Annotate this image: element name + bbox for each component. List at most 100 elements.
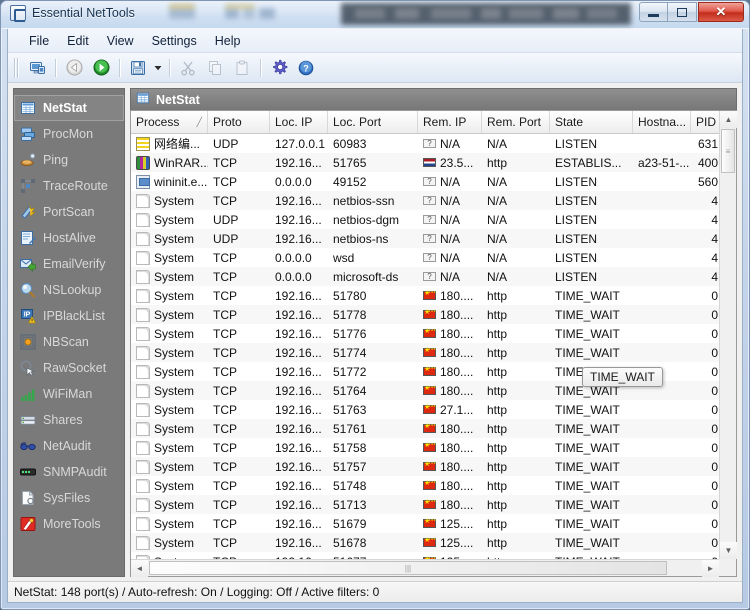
sidebar-item-procmon[interactable]: ProcMon (14, 121, 124, 147)
vertical-scrollbar[interactable]: ▲ ≡ ▼ (719, 111, 736, 559)
horizontal-scroll-thumb[interactable]: ||| (149, 561, 667, 575)
toolbar-grip[interactable] (14, 58, 19, 78)
menu-file[interactable]: File (20, 31, 58, 51)
menu-help[interactable]: Help (206, 31, 250, 51)
sidebar-item-emailverify[interactable]: EmailVerify (14, 251, 124, 277)
table-body[interactable]: 网络编...UDP127.0.0.160983?N/AN/ALISTEN631W… (131, 134, 736, 576)
table-row[interactable]: WinRAR...TCP192.16...5176523.5...httpEST… (131, 153, 736, 172)
maximize-button[interactable] (668, 2, 697, 22)
menu-view[interactable]: View (98, 31, 143, 51)
cell-state: TIME_WAIT (550, 346, 633, 360)
table-row[interactable]: SystemTCP0.0.0.0wsd?N/AN/ALISTEN4 (131, 248, 736, 267)
cell-state: TIME_WAIT (550, 308, 633, 322)
table-row[interactable]: SystemTCP192.16...51774180....httpTIME_W… (131, 343, 736, 362)
cell-rem-ip-label: 125.... (440, 536, 473, 550)
column-header-label: Loc. IP (275, 115, 312, 129)
scroll-up-button[interactable]: ▲ (720, 111, 737, 128)
cell-rem-port: http (482, 156, 550, 170)
table-row[interactable]: SystemTCP192.16...51713180....httpTIME_W… (131, 495, 736, 514)
cell-rem-port: N/A (482, 137, 550, 151)
cell-process-label: System (154, 422, 194, 436)
emailverify-icon (20, 256, 36, 272)
table-row[interactable]: SystemTCP0.0.0.0microsoft-ds?N/AN/ALISTE… (131, 267, 736, 286)
table-row[interactable]: SystemTCP192.16...51761180....httpTIME_W… (131, 419, 736, 438)
column-header-state[interactable]: State (550, 111, 633, 133)
column-header-process[interactable]: Process╱ (131, 111, 208, 133)
menu-edit[interactable]: Edit (58, 31, 98, 51)
sidebar-item-nbscan[interactable]: NBScan (14, 329, 124, 355)
local-computer-button[interactable] (24, 56, 50, 80)
cell-proto: TCP (208, 536, 270, 550)
redacted-title-text (169, 3, 629, 25)
save-dropdown-button[interactable] (152, 56, 164, 80)
sidebar-item-rawsocket[interactable]: RawSocket (14, 355, 124, 381)
toolbar-separator-4 (260, 59, 261, 77)
menu-settings[interactable]: Settings (143, 31, 206, 51)
table-row[interactable]: SystemTCP192.16...netbios-ssn?N/AN/ALIST… (131, 191, 736, 210)
table-row[interactable]: SystemTCP192.16...51679125....httpTIME_W… (131, 514, 736, 533)
cell-proto: TCP (208, 156, 270, 170)
cell-process-label: System (154, 251, 194, 265)
table-row[interactable]: SystemTCP192.16...51776180....httpTIME_W… (131, 324, 736, 343)
sidebar-item-traceroute[interactable]: TraceRoute (14, 173, 124, 199)
forward-arrow-icon (93, 59, 110, 76)
cell-proto: TCP (208, 460, 270, 474)
scroll-left-button[interactable]: ◄ (131, 560, 148, 577)
paste-icon (234, 60, 250, 76)
table-row[interactable]: SystemUDP192.16...netbios-dgm?N/AN/ALIST… (131, 210, 736, 229)
table-row[interactable]: SystemTCP192.16...51678125....httpTIME_W… (131, 533, 736, 552)
cell-rem-ip: ?N/A (418, 137, 482, 151)
title-bar[interactable]: Essential NetTools ✕ (1, 1, 749, 29)
sidebar-item-hostalive[interactable]: HostAlive (14, 225, 124, 251)
sidebar-item-sysfiles[interactable]: SysFiles (14, 485, 124, 511)
window-controls[interactable]: ✕ (639, 2, 744, 22)
column-header-proto[interactable]: Proto (208, 111, 270, 133)
save-button[interactable] (125, 56, 151, 80)
copy-button[interactable] (202, 56, 228, 80)
file-icon (136, 365, 150, 379)
column-header-loc-ip[interactable]: Loc. IP (270, 111, 328, 133)
horizontal-scrollbar[interactable]: ◄ ||| ► (131, 559, 719, 576)
column-header-hostna[interactable]: Hostna... (633, 111, 691, 133)
table-row[interactable]: SystemTCP192.16...51780180....httpTIME_W… (131, 286, 736, 305)
scroll-down-button[interactable]: ▼ (720, 542, 737, 559)
help-button[interactable]: ? (293, 56, 319, 80)
vertical-scroll-thumb[interactable]: ≡ (721, 129, 735, 173)
table-row[interactable]: 网络编...UDP127.0.0.160983?N/AN/ALISTEN631 (131, 134, 736, 153)
cut-button[interactable] (175, 56, 201, 80)
sidebar-item-netaudit[interactable]: NetAudit (14, 433, 124, 459)
table-row[interactable]: SystemTCP192.16...51748180....httpTIME_W… (131, 476, 736, 495)
forward-button[interactable] (88, 56, 114, 80)
sidebar-item-label: Shares (43, 413, 83, 427)
column-header-loc-port[interactable]: Loc. Port (328, 111, 418, 133)
cell-proto: TCP (208, 365, 270, 379)
sidebar-item-wifiman[interactable]: WiFiMan (14, 381, 124, 407)
sidebar-item-nslookup[interactable]: NSLookup (14, 277, 124, 303)
sidebar-item-netstat[interactable]: NetStat (14, 95, 124, 121)
column-header-rem-ip[interactable]: Rem. IP (418, 111, 482, 133)
table-row[interactable]: wininit.e...TCP0.0.0.049152?N/AN/ALISTEN… (131, 172, 736, 191)
sidebar-item-shares[interactable]: Shares (14, 407, 124, 433)
sidebar-item-portscan[interactable]: PortScan (14, 199, 124, 225)
back-button[interactable] (61, 56, 87, 80)
table-row[interactable]: SystemTCP192.16...51757180....httpTIME_W… (131, 457, 736, 476)
cell-loc-ip: 192.16... (270, 365, 328, 379)
sidebar-item-label: NetStat (43, 101, 87, 115)
table-row[interactable]: SystemTCP192.16...51778180....httpTIME_W… (131, 305, 736, 324)
toolbar-separator (55, 59, 56, 77)
sidebar-item-snmpaudit[interactable]: SNMPAudit (14, 459, 124, 485)
scroll-right-button[interactable]: ► (702, 560, 719, 577)
settings-button[interactable] (266, 56, 292, 80)
paste-button[interactable] (229, 56, 255, 80)
column-header-rem-port[interactable]: Rem. Port (482, 111, 550, 133)
cell-loc-port: 51757 (328, 460, 418, 474)
country-flag-cn-icon (423, 329, 436, 338)
table-row[interactable]: SystemTCP192.16...51758180....httpTIME_W… (131, 438, 736, 457)
sidebar-item-ipblacklist[interactable]: IP IPBlackList (14, 303, 124, 329)
close-button[interactable]: ✕ (698, 2, 744, 22)
sidebar-item-moretools[interactable]: MoreTools (14, 511, 124, 537)
table-row[interactable]: SystemTCP192.16...5176327.1...httpTIME_W… (131, 400, 736, 419)
minimize-button[interactable] (639, 2, 668, 22)
sidebar-item-ping[interactable]: Ping (14, 147, 124, 173)
table-row[interactable]: SystemUDP192.16...netbios-ns?N/AN/ALISTE… (131, 229, 736, 248)
